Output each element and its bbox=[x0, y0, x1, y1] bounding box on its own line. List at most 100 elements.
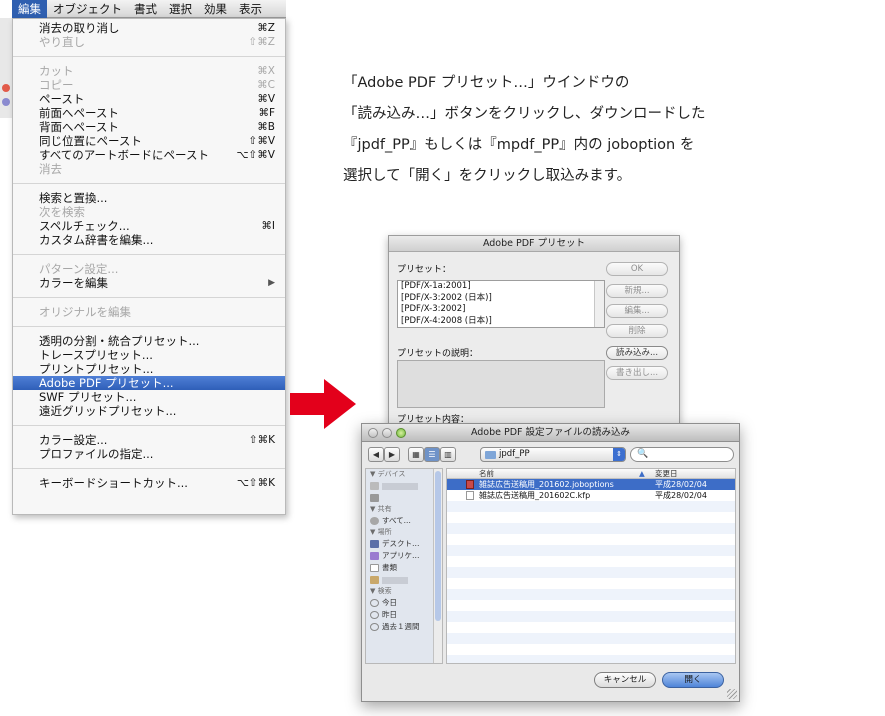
menu-item-label: 検索と置換... bbox=[39, 191, 108, 205]
file-row[interactable]: 雑誌広告送稿用_201602.joboptions 平成28/02/04 bbox=[447, 479, 735, 490]
menu-item-perspective-presets[interactable]: 遠近グリッドプリセット... bbox=[13, 404, 285, 418]
menu-item-paste-in-place[interactable]: 同じ位置にペースト ⇧⌘V bbox=[13, 134, 285, 148]
empty-row bbox=[447, 545, 735, 556]
column-name[interactable]: 名前 bbox=[479, 469, 494, 479]
sidebar-item-desktop[interactable]: デスクト… bbox=[366, 538, 442, 550]
empty-row bbox=[447, 501, 735, 512]
file-name: 雑誌広告送稿用_201602.joboptions bbox=[479, 480, 614, 489]
column-date[interactable]: 変更日 bbox=[655, 469, 678, 479]
menu-item-label: カスタム辞書を編集... bbox=[39, 233, 154, 247]
list-item[interactable]: [PDF/X-3:2002 (日本)] bbox=[401, 293, 604, 305]
menu-item-edit-colors[interactable]: カラーを編集 ▶ bbox=[13, 276, 285, 290]
menu-item-paste-back[interactable]: 背面へペースト ⌘B bbox=[13, 120, 285, 134]
sidebar-item-device[interactable] bbox=[366, 492, 442, 504]
edit-button[interactable]: 編集... bbox=[606, 304, 668, 318]
menu-item-pattern-settings[interactable]: パターン設定... bbox=[13, 262, 285, 276]
new-button[interactable]: 新規... bbox=[606, 284, 668, 298]
menu-view[interactable]: 表示 bbox=[233, 0, 268, 18]
menu-item-print-presets[interactable]: プリントプリセット... bbox=[13, 362, 285, 376]
edit-menu: 消去の取り消し ⌘Z やり直し ⇧⌘Z カット ⌘X コピー ⌘C ペースト ⌘V 前面へ… bbox=[12, 18, 286, 515]
sidebar-item-yesterday[interactable]: 昨日 bbox=[366, 609, 442, 621]
clock-icon bbox=[370, 623, 379, 631]
menu-item-transparency-presets[interactable]: 透明の分割・統合プリセット... bbox=[13, 334, 285, 348]
sidebar-item-applications[interactable]: アプリケ… bbox=[366, 550, 442, 562]
menu-item-color-settings[interactable]: カラー設定... ⇧⌘K bbox=[13, 433, 285, 447]
sidebar-item-all[interactable]: すべて... bbox=[366, 515, 442, 527]
menu-type[interactable]: 書式 bbox=[128, 0, 163, 18]
shortcut: ⌘C bbox=[257, 79, 275, 91]
menu-item-keyboard-shortcuts[interactable]: キーボードショートカット... ⌥⇧⌘K bbox=[13, 476, 285, 490]
column-view-icon[interactable]: ▥ bbox=[440, 447, 456, 462]
menu-item-spell-check[interactable]: スペルチェック... ⌘I bbox=[13, 219, 285, 233]
menu-item-label: 前面へペースト bbox=[39, 106, 119, 120]
path-popup[interactable]: jpdf_PP ⇕ bbox=[480, 447, 626, 462]
search-input[interactable]: 🔍 bbox=[630, 447, 734, 462]
empty-row bbox=[447, 655, 735, 663]
drive-icon bbox=[370, 482, 379, 490]
close-icon[interactable] bbox=[368, 428, 378, 438]
sidebar-item-documents[interactable]: 書類 bbox=[366, 562, 442, 574]
menu-item-label: すべてのアートボードにペースト bbox=[39, 148, 209, 162]
chevron-down-icon: ⇕ bbox=[613, 448, 625, 461]
file-date: 平成28/02/04 bbox=[655, 491, 707, 500]
forward-icon[interactable]: ▶ bbox=[384, 447, 400, 462]
scrollbar-thumb[interactable] bbox=[435, 471, 441, 621]
instruction-line: 「読み込み…」ボタンをクリックし、ダウンロードした bbox=[343, 106, 706, 122]
instruction-line: 『jpdf_PP』もしくは『mpdf_PP』内の joboption を bbox=[343, 137, 695, 153]
pdf-preset-dialog: Adobe PDF プリセット プリセット： [PDF/X-1a:2001] [… bbox=[388, 235, 680, 435]
ok-button[interactable]: OK bbox=[606, 262, 668, 276]
file-row[interactable]: 雑誌広告送稿用_201602C.kfp 平成28/02/04 bbox=[447, 490, 735, 501]
sidebar-item-label: 今日 bbox=[382, 598, 397, 607]
sidebar-item-device[interactable] bbox=[366, 480, 442, 492]
sidebar-item-past-week[interactable]: 過去１週間 bbox=[366, 621, 442, 633]
toolbar: ◀ ▶ ▦ ☰ ▥ jpdf_PP ⇕ 🔍 bbox=[368, 447, 734, 463]
menu-separator bbox=[13, 297, 285, 298]
sidebar-header-devices: ▼ デバイス bbox=[370, 470, 406, 478]
menu-item-copy[interactable]: コピー ⌘C bbox=[13, 78, 285, 92]
sidebar-header-shared: ▼ 共有 bbox=[370, 505, 392, 513]
menu-item-find-replace[interactable]: 検索と置換... bbox=[13, 191, 285, 205]
menu-item-paste-all-artboards[interactable]: すべてのアートボードにペースト ⌥⇧⌘V bbox=[13, 148, 285, 162]
sidebar-item-today[interactable]: 今日 bbox=[366, 597, 442, 609]
sidebar: ▼ デバイス ▼ 共有 すべて... ▼ 場所 デスクト… アプリケ… 書類 ▼… bbox=[365, 468, 443, 664]
sidebar-item-home[interactable] bbox=[366, 574, 442, 586]
menu-item-custom-dictionary[interactable]: カスタム辞書を編集... bbox=[13, 233, 285, 247]
scrollbar[interactable] bbox=[594, 281, 604, 327]
menu-separator bbox=[13, 468, 285, 469]
scrollbar[interactable] bbox=[433, 469, 442, 663]
menu-item-swf-presets[interactable]: SWF プリセット... bbox=[13, 390, 285, 404]
menu-item-label: 消去の取り消し bbox=[39, 21, 120, 35]
menu-item-label: カラー設定... bbox=[39, 433, 108, 447]
menu-item-pdf-presets[interactable]: Adobe PDF プリセット... bbox=[13, 376, 285, 390]
resize-grip-icon[interactable] bbox=[727, 689, 737, 699]
menu-select[interactable]: 選択 bbox=[163, 0, 198, 18]
cancel-button[interactable]: キャンセル bbox=[594, 672, 656, 688]
list-item[interactable]: [PDF/X-1a:2001] bbox=[401, 281, 604, 293]
menu-object[interactable]: オブジェクト bbox=[47, 0, 128, 18]
zoom-icon[interactable] bbox=[396, 428, 406, 438]
export-button[interactable]: 書き出し... bbox=[606, 366, 668, 380]
menu-item-trace-presets[interactable]: トレースプリセット... bbox=[13, 348, 285, 362]
menu-item-assign-profile[interactable]: プロファイルの指定... bbox=[13, 447, 285, 461]
menu-item-paste-front[interactable]: 前面へペースト ⌘F bbox=[13, 106, 285, 120]
minimize-icon[interactable] bbox=[382, 428, 392, 438]
open-button[interactable]: 開く bbox=[662, 672, 724, 688]
list-item[interactable]: [PDF/X-3:2002] bbox=[401, 304, 604, 316]
menu-item-cut[interactable]: カット ⌘X bbox=[13, 64, 285, 78]
menu-edit[interactable]: 編集 bbox=[12, 0, 47, 18]
preset-list[interactable]: [PDF/X-1a:2001] [PDF/X-3:2002 (日本)] [PDF… bbox=[397, 280, 605, 328]
menu-item-paste[interactable]: ペースト ⌘V bbox=[13, 92, 285, 106]
import-button[interactable]: 読み込み... bbox=[606, 346, 668, 360]
list-view-icon[interactable]: ☰ bbox=[424, 447, 440, 462]
menu-item-edit-original[interactable]: オリジナルを編集 bbox=[13, 305, 285, 319]
menu-item-find-next[interactable]: 次を検索 bbox=[13, 205, 285, 219]
back-icon[interactable]: ◀ bbox=[368, 447, 384, 462]
menu-item-redo[interactable]: やり直し ⇧⌘Z bbox=[13, 35, 285, 49]
shortcut: ⌘B bbox=[257, 121, 275, 133]
icon-view-icon[interactable]: ▦ bbox=[408, 447, 424, 462]
menu-item-clear[interactable]: 消去 bbox=[13, 162, 285, 176]
menu-effect[interactable]: 効果 bbox=[198, 0, 233, 18]
menu-item-undo[interactable]: 消去の取り消し ⌘Z bbox=[13, 21, 285, 35]
delete-button[interactable]: 削除 bbox=[606, 324, 668, 338]
list-item[interactable]: [PDF/X-4:2008 (日本)] bbox=[401, 316, 604, 328]
